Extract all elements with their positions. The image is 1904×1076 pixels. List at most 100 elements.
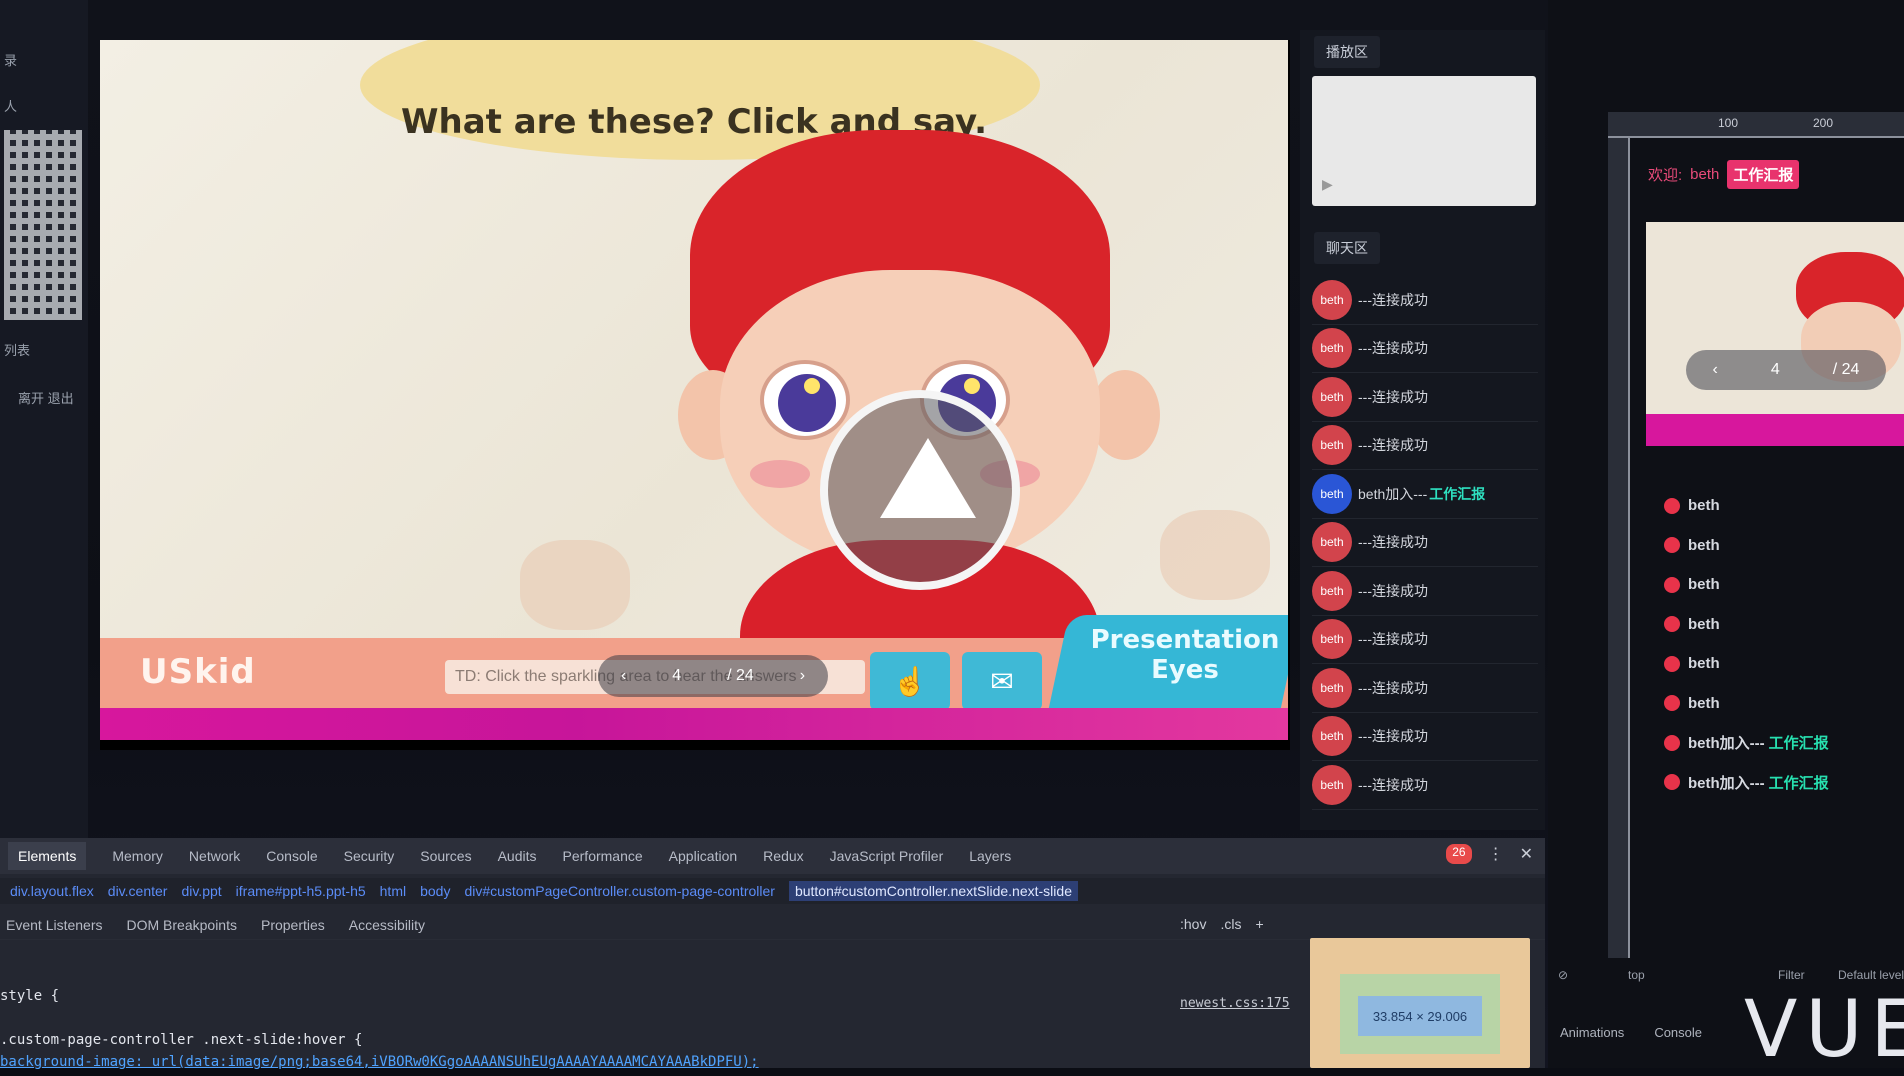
tab-dom-breakpoints[interactable]: DOM Breakpoints — [127, 917, 237, 933]
room-tag: 工作汇报 — [1768, 735, 1829, 753]
stylesheet-link[interactable]: newest.css:175 — [1180, 996, 1290, 1011]
play-area-preview[interactable]: ▶ — [1312, 76, 1536, 206]
qr-code — [4, 130, 82, 320]
tab-sources[interactable]: Sources — [420, 848, 471, 864]
close-icon[interactable]: ✕ — [1520, 844, 1533, 864]
tab-redux[interactable]: Redux — [763, 848, 803, 864]
status-dot — [1664, 537, 1680, 554]
welcome-label: 欢迎: — [1648, 167, 1683, 184]
filter-input[interactable]: Filter — [1778, 968, 1805, 982]
breadcrumb-item[interactable]: iframe#ppt-h5.ppt-h5 — [236, 883, 366, 899]
user-item: beth — [1664, 605, 1829, 645]
avatar: beth — [1312, 376, 1352, 417]
tab-memory[interactable]: Memory — [112, 848, 163, 864]
tab-application[interactable]: Application — [669, 848, 738, 864]
pointer-tool-button[interactable]: ☝ — [870, 652, 950, 710]
avatar: beth — [1312, 716, 1352, 757]
breadcrumb-item[interactable]: body — [420, 883, 450, 899]
current-page: 4 — [672, 667, 682, 684]
chat-text: ---连接成功 — [1358, 679, 1428, 696]
room-pill: 工作汇报 — [1727, 160, 1800, 189]
error-count-badge[interactable]: 26 — [1446, 844, 1472, 864]
avatar: beth — [1312, 522, 1352, 563]
tab-accessibility[interactable]: Accessibility — [349, 917, 425, 933]
tab-animations[interactable]: Animations — [1560, 1025, 1624, 1040]
user-name: beth加入--- — [1688, 735, 1765, 753]
chat-message: beth ---连接成功 — [1312, 664, 1538, 713]
tab-js-profiler[interactable]: JavaScript Profiler — [830, 848, 944, 864]
context-select[interactable]: top — [1628, 968, 1645, 982]
ruler-mark: 100 — [1718, 116, 1739, 130]
status-dot — [1664, 655, 1680, 672]
breadcrumb-item[interactable]: div#customPageController.custom-page-con… — [464, 883, 774, 899]
welcome-user: beth — [1690, 166, 1720, 183]
style-line: style { — [0, 988, 60, 1004]
play-icon — [880, 438, 976, 518]
styles-pane: style { .custom-page-controller .next-sl… — [0, 988, 1300, 1076]
chat-tool-button[interactable]: ✉ — [962, 652, 1042, 710]
mini-current-page: 4 — [1770, 361, 1780, 378]
room-tag: 工作汇报 — [1429, 485, 1486, 502]
sidebar-label: 人 — [4, 99, 18, 114]
clear-console-icon[interactable]: ⊘ — [1558, 968, 1568, 982]
chat-message: beth ---连接成功 — [1312, 761, 1538, 810]
add-rule-button[interactable]: + — [1255, 916, 1263, 932]
ruler-vertical — [1608, 138, 1630, 958]
prev-slide-button[interactable]: ‹ — [621, 667, 626, 685]
dom-breadcrumb: div.layout.flex div.center div.ppt ifram… — [0, 878, 1545, 904]
user-name: beth — [1688, 615, 1720, 633]
avatar: beth — [1312, 764, 1352, 805]
class-button[interactable]: .cls — [1220, 916, 1241, 932]
user-item: beth — [1664, 644, 1829, 684]
mini-play-icon[interactable]: ▶ — [1322, 176, 1333, 193]
tab-console[interactable]: Console — [1654, 1025, 1702, 1040]
style-property[interactable]: background-image: url(data:image/png;bas… — [0, 1054, 1300, 1076]
chat-area-label: 聊天区 — [1314, 232, 1380, 264]
breadcrumb-item[interactable]: div.center — [108, 883, 168, 899]
avatar: beth — [1312, 619, 1352, 660]
tab-elements[interactable]: Elements — [8, 842, 87, 870]
chat-message: beth ---连接成功 — [1312, 422, 1538, 470]
breadcrumb-item[interactable]: div.layout.flex — [10, 883, 94, 899]
uskid-logo: USkid — [140, 652, 256, 692]
mini-prev-button[interactable]: ‹ — [1713, 361, 1718, 379]
ppt-slide[interactable]: What are these? Click and say. USkid TD:… — [100, 40, 1288, 740]
tab-console[interactable]: Console — [266, 848, 317, 864]
user-name: beth — [1688, 536, 1720, 554]
style-selector[interactable]: .custom-page-controller .next-slide:hove… — [0, 1032, 1300, 1054]
chat-text: ---连接成功 — [1358, 631, 1428, 648]
user-name: beth加入--- — [1688, 774, 1765, 792]
tab-performance[interactable]: Performance — [563, 848, 643, 864]
tab-security[interactable]: Security — [344, 848, 395, 864]
tab-layers[interactable]: Layers — [969, 848, 1011, 864]
breadcrumb-item-selected[interactable]: button#customController.nextSlide.next-s… — [788, 881, 1078, 901]
slide-pager: ‹ 4 / 24 › — [598, 655, 828, 697]
chat-text: ---连接成功 — [1358, 534, 1428, 551]
status-dot — [1664, 576, 1680, 593]
avatar: beth — [1312, 425, 1352, 466]
tab-event-listeners[interactable]: Event Listeners — [6, 917, 103, 933]
breadcrumb-item[interactable]: div.ppt — [181, 883, 221, 899]
vue-watermark: VUE — [1744, 985, 1904, 1075]
chat-text: ---连接成功 — [1358, 582, 1428, 599]
style-line — [0, 1010, 1300, 1032]
chat-message: beth ---连接成功 — [1312, 616, 1538, 664]
console-toolbar: ⊘ top Filter Default levels — [1548, 960, 1904, 990]
tab-audits[interactable]: Audits — [498, 848, 537, 864]
exit-link[interactable]: 离开 退出 — [18, 388, 74, 407]
levels-select[interactable]: Default levels — [1838, 968, 1904, 982]
tab-properties[interactable]: Properties — [261, 917, 325, 933]
user-item: beth加入--- 工作汇报 — [1664, 723, 1829, 763]
tab-network[interactable]: Network — [189, 848, 240, 864]
student-slide-preview[interactable]: ‹ 4 / 24 — [1646, 222, 1904, 446]
play-button[interactable] — [820, 390, 1020, 590]
chat-text: ---连接成功 — [1358, 340, 1428, 357]
breadcrumb-item[interactable]: html — [380, 883, 406, 899]
hover-state-button[interactable]: :hov — [1180, 916, 1206, 932]
user-item: beth — [1664, 565, 1829, 605]
avatar: beth — [1312, 279, 1352, 320]
right-panel: 播放区 ▶ 聊天区 beth ---连接成功 beth ---连接成功 beth… — [1300, 30, 1545, 830]
more-options-icon[interactable]: ⋮ — [1488, 844, 1504, 864]
user-name: beth — [1688, 576, 1720, 594]
next-slide-button[interactable]: › — [800, 667, 805, 685]
